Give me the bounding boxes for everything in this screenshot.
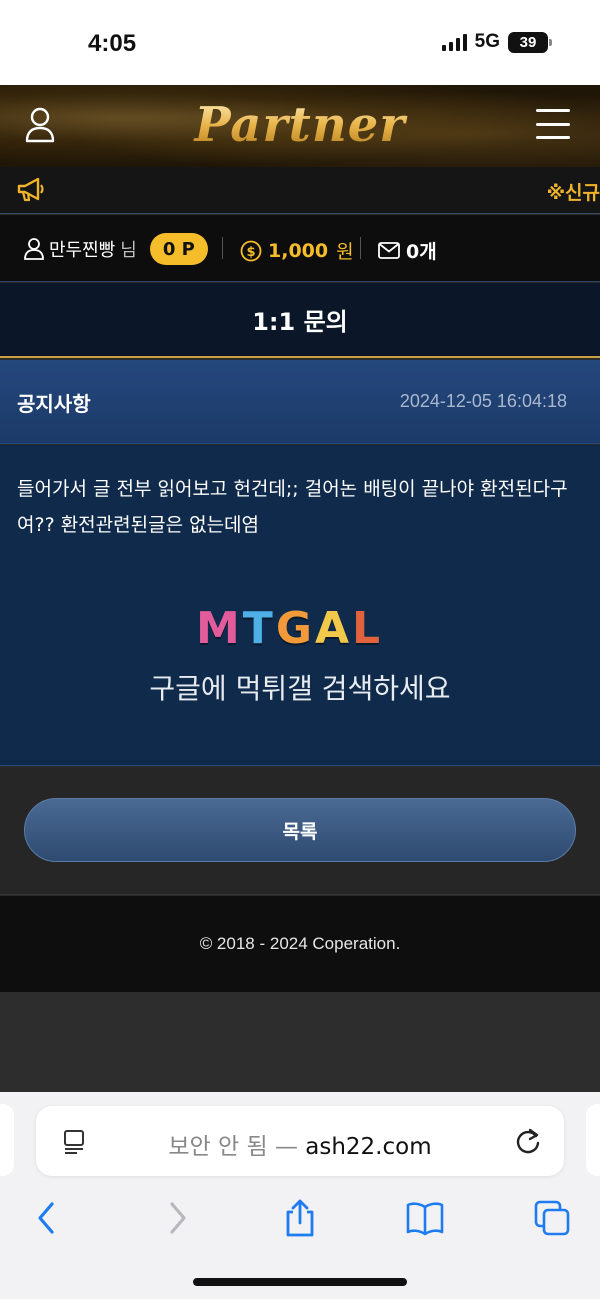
url-display[interactable]: 보안 안 됨 — ash22.com bbox=[36, 1127, 564, 1161]
actions-area: 목록 bbox=[0, 767, 600, 895]
previous-tab-peek[interactable] bbox=[0, 1104, 14, 1176]
security-label: 보안 안 됨 — bbox=[168, 1134, 298, 1160]
username: 만두찐빵 bbox=[49, 240, 116, 261]
address-bar[interactable]: 보안 안 됨 — ash22.com bbox=[36, 1106, 564, 1176]
person-icon bbox=[24, 238, 44, 260]
url-domain: ash22.com bbox=[305, 1134, 432, 1160]
messages-value: 0개 bbox=[406, 241, 437, 263]
share-icon[interactable] bbox=[280, 1198, 320, 1238]
divider bbox=[360, 237, 361, 259]
megaphone-icon bbox=[17, 177, 44, 202]
coin-icon: $ bbox=[240, 240, 262, 261]
notice-ticker[interactable]: ※신규 bbox=[547, 178, 600, 205]
svg-text:$: $ bbox=[246, 245, 255, 260]
post-content: 들어가서 글 전부 읽어보고 헌건데;; 걸어논 배팅이 끝나야 환전된다구여?… bbox=[17, 478, 568, 536]
status-bar: 4:05 5G 39 bbox=[0, 0, 600, 85]
list-button[interactable]: 목록 bbox=[24, 798, 576, 862]
bookmarks-icon[interactable] bbox=[405, 1198, 445, 1238]
reload-icon[interactable] bbox=[514, 1126, 542, 1156]
back-icon[interactable] bbox=[28, 1198, 68, 1238]
forward-icon[interactable] bbox=[156, 1198, 196, 1238]
home-indicator bbox=[193, 1278, 407, 1286]
money-balance[interactable]: $ 1,000 원 bbox=[240, 237, 354, 264]
user-summary: 만두찐빵 님 0 P bbox=[24, 233, 208, 265]
status-indicators: 5G 39 bbox=[441, 31, 552, 53]
network-type: 5G bbox=[474, 31, 500, 52]
post-header: 공지사항 2024-12-05 16:04:18 bbox=[0, 360, 600, 444]
page-title: 1:1 문의 bbox=[0, 283, 600, 358]
divider bbox=[222, 237, 223, 259]
hamburger-menu-icon[interactable] bbox=[536, 109, 570, 139]
footer-copyright: © 2018 - 2024 Coperation. bbox=[0, 896, 600, 992]
mail-icon bbox=[378, 242, 400, 259]
post-title: 공지사항 bbox=[17, 392, 91, 416]
site-logo[interactable]: Partner bbox=[0, 97, 600, 153]
battery-level: 39 bbox=[519, 33, 537, 51]
user-info-bar: 만두찐빵 님 0 P $ 1,000 원 0개 bbox=[0, 215, 600, 282]
username-suffix: 님 bbox=[120, 240, 137, 261]
signal-icon bbox=[441, 33, 467, 51]
post-body: 들어가서 글 전부 읽어보고 헌건데;; 걸어논 배팅이 끝나야 환전된다구여?… bbox=[0, 445, 600, 766]
battery-icon: 39 bbox=[508, 31, 552, 53]
site-header: Partner bbox=[0, 85, 600, 167]
navigation-buttons bbox=[0, 1198, 600, 1242]
money-unit: 원 bbox=[336, 241, 354, 263]
next-tab-peek[interactable] bbox=[586, 1104, 600, 1176]
tabs-icon[interactable] bbox=[532, 1198, 572, 1238]
browser-toolbar: 보안 안 됨 — ash22.com bbox=[0, 1092, 600, 1299]
watermark-logo: MTGAL bbox=[196, 603, 382, 654]
money-amount: 1,000 bbox=[268, 239, 329, 262]
points-badge[interactable]: 0 P bbox=[149, 233, 208, 265]
messages-count[interactable]: 0개 bbox=[378, 237, 437, 264]
page-background bbox=[0, 992, 600, 1092]
watermark-text: 구글에 먹튀갤 검색하세요 bbox=[149, 672, 451, 705]
status-time: 4:05 bbox=[88, 30, 137, 57]
post-date: 2024-12-05 16:04:18 bbox=[399, 391, 567, 411]
notice-bar: ※신규 bbox=[0, 167, 600, 214]
